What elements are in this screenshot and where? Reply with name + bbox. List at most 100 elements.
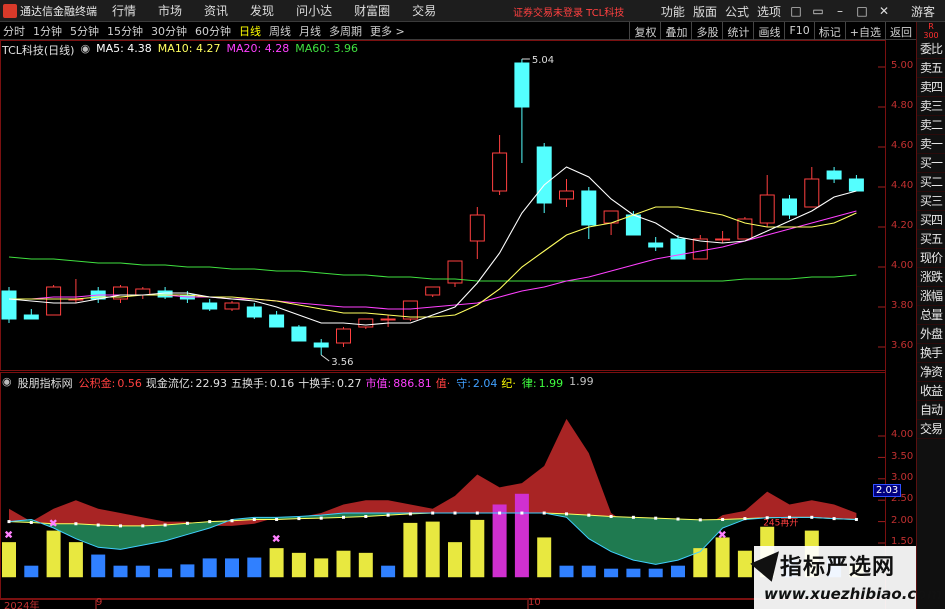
candle-body [804, 178, 820, 208]
tool-adjust[interactable]: 复权 [629, 22, 660, 40]
menu-news[interactable]: 资讯 [204, 2, 228, 19]
candle-body [559, 190, 574, 200]
kline-chart[interactable]: ✖ ✖ ✖ ✖ 245再开 5.04 3.56 [0, 40, 916, 609]
side-panel-item[interactable]: 买一 [917, 154, 945, 173]
candle-body [380, 318, 396, 321]
menu-layout[interactable]: 版面 [693, 3, 717, 20]
indicator-dot [676, 517, 680, 521]
period-daily[interactable]: 日线 [239, 23, 261, 39]
period-monthly[interactable]: 月线 [299, 23, 321, 39]
period-5min[interactable]: 5分钟 [70, 23, 99, 39]
indicator-bar [671, 565, 685, 578]
candle-body [23, 314, 39, 320]
side-panel-item[interactable]: 买三 [917, 192, 945, 211]
indicator-dot [565, 512, 568, 516]
tool-mark[interactable]: 标记 [813, 22, 845, 40]
menu-wealth[interactable]: 财富圈 [354, 2, 390, 19]
period-30min[interactable]: 30分钟 [151, 23, 187, 39]
period-timeshare[interactable]: 分时 [3, 23, 25, 39]
period-more[interactable]: 更多 > [370, 23, 405, 39]
side-panel-item[interactable]: 卖二 [917, 116, 945, 135]
candle-body [737, 218, 753, 240]
side-panel-header[interactable]: R 300 [917, 22, 945, 40]
side-panel-item[interactable]: 卖三 [917, 97, 945, 116]
indicator-bar [514, 493, 529, 578]
watermark-url: www.xuezhibiao.com [764, 585, 943, 603]
indicator-dot [498, 511, 502, 515]
date-axis-label: 9 [96, 597, 103, 608]
side-panel-item[interactable]: 买五 [917, 230, 945, 249]
side-panel-item[interactable]: 净资 [917, 363, 945, 382]
maximize-icon[interactable]: □ [855, 4, 869, 18]
tool-overlay[interactable]: 叠加 [660, 22, 691, 40]
indicator-tick-label: 3.00 [891, 472, 914, 483]
indicator-dot [453, 511, 457, 515]
close-icon[interactable]: ✕ [877, 4, 891, 18]
tool-back[interactable]: 返回 [885, 22, 916, 40]
side-panel-item[interactable]: 买四 [917, 211, 945, 230]
indicator-dot [542, 511, 546, 515]
indicator-dot [163, 523, 167, 527]
menu-quotes[interactable]: 行情 [112, 2, 136, 19]
indicator-dot [386, 513, 390, 517]
tool-statistics[interactable]: 统计 [722, 22, 753, 40]
side-panel-item[interactable]: 涨跌 [917, 268, 945, 287]
indicator-bar [46, 530, 61, 578]
menu-discover[interactable]: 发现 [250, 2, 274, 19]
menu-ask[interactable]: 问小达 [296, 2, 332, 19]
tool-multi-stock[interactable]: 多股 [691, 22, 722, 40]
candle-body [1, 290, 17, 320]
side-panel-item[interactable]: 外盘 [917, 325, 945, 344]
window-icon[interactable]: □ [789, 4, 803, 18]
period-15min[interactable]: 15分钟 [107, 23, 143, 39]
period-1min[interactable]: 1分钟 [33, 23, 62, 39]
side-panel-item[interactable]: 现价 [917, 249, 945, 268]
candle-body [581, 190, 597, 226]
side-panel-item[interactable]: 收益 [917, 382, 945, 401]
candle-body [715, 238, 731, 241]
tool-add-watchlist[interactable]: +自选 [844, 22, 885, 40]
menu-options[interactable]: 选项 [757, 3, 781, 20]
price-tick-label: 5.00 [891, 60, 914, 71]
candle-body [648, 242, 664, 248]
trade-notice[interactable]: 证券交易未登录 TCL科技 [513, 4, 624, 19]
side-panel-item[interactable]: 卖一 [917, 135, 945, 154]
side-panel-item[interactable]: 卖四 [917, 78, 945, 97]
candle-body [224, 302, 240, 310]
indicator-bar [291, 552, 306, 578]
tool-draw[interactable]: 画线 [753, 22, 784, 40]
indicator-bar [492, 504, 507, 578]
period-multi[interactable]: 多周期 [329, 23, 362, 39]
indicator-bar [403, 522, 418, 578]
side-panel-item[interactable]: 交易 [917, 420, 945, 439]
indicator-dot [297, 517, 301, 521]
indicator-tick-label: 3.50 [891, 451, 914, 462]
current-value-badge: 2.03 [873, 484, 902, 497]
side-panel-item[interactable]: 买二 [917, 173, 945, 192]
indicator-dot [208, 520, 212, 524]
indicator-dot [654, 516, 658, 520]
signal-marker-icon: ✖ [718, 528, 727, 541]
restore-icon[interactable]: ▭ [811, 4, 825, 18]
menu-functions[interactable]: 功能 [661, 3, 685, 20]
period-weekly[interactable]: 周线 [269, 23, 291, 39]
indicator-bar [158, 568, 173, 578]
indicator-dot [29, 520, 33, 524]
indicator-dot [96, 523, 100, 527]
indicator-bar [24, 565, 39, 578]
menu-trade[interactable]: 交易 [412, 2, 436, 19]
minimize-icon[interactable]: – [833, 4, 847, 18]
side-panel-item[interactable]: 涨幅 [917, 287, 945, 306]
side-panel-item[interactable]: 委比 [917, 40, 945, 59]
period-60min[interactable]: 60分钟 [195, 23, 231, 39]
price-tick-label: 4.80 [891, 100, 914, 111]
tool-f10[interactable]: F10 [784, 22, 813, 40]
guest-login[interactable]: 游客 [911, 3, 935, 20]
indicator-bar [715, 537, 730, 578]
side-panel-item[interactable]: 换手 [917, 344, 945, 363]
side-panel-item[interactable]: 卖五 [917, 59, 945, 78]
side-panel-item[interactable]: 总量 [917, 306, 945, 325]
menu-market[interactable]: 市场 [158, 2, 182, 19]
side-panel-item[interactable]: 自动 [917, 401, 945, 420]
menu-formula[interactable]: 公式 [725, 3, 749, 20]
